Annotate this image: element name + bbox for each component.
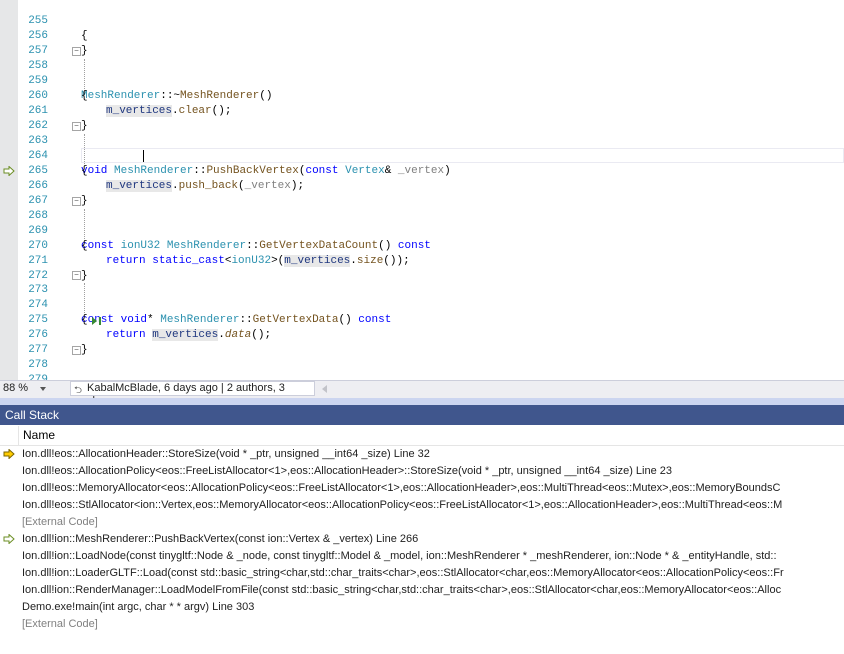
- code-line: 259 {: [0, 59, 844, 102]
- frame-text: [External Code]: [22, 618, 98, 630]
- code-line: 275 return m_vertices.data();: [0, 298, 844, 341]
- code-line: 272: [0, 254, 844, 282]
- call-stack-row[interactable]: Demo.exe!main(int argc, char * * argv) L…: [0, 599, 844, 616]
- code-line: 280 return sizeof(Vertex);: [0, 373, 844, 380]
- code-line: 278 − ionSize MeshRenderer::GetSizeOfVer…: [0, 343, 844, 371]
- return-frame-arrow-icon: [3, 534, 15, 544]
- git-codelens[interactable]: ⮌ KabalMcBlade, 6 days ago | 2 authors, …: [70, 381, 315, 407]
- code-line: 266 }: [0, 164, 844, 207]
- zoom-level[interactable]: 88 %: [3, 381, 28, 396]
- frame-text: Demo.exe!main(int argc, char * * argv) L…: [22, 601, 255, 613]
- frame-text: Ion.dll!ion::LoadNode(const tinygltf::No…: [22, 550, 777, 562]
- code-editor[interactable]: 255 { 256 } 257 258 − MeshRenderer::~Mes…: [0, 0, 844, 380]
- code-line: 256 }: [0, 14, 844, 57]
- column-divider: [18, 426, 19, 445]
- collapse-toggle-icon[interactable]: −: [72, 271, 81, 280]
- code-line: 273 − const void* MeshRenderer::GetVerte…: [0, 268, 844, 326]
- code-line: 269 {: [0, 209, 844, 252]
- call-stack-row[interactable]: Ion.dll!eos::MemoryAllocator<eos::Alloca…: [0, 480, 844, 497]
- call-stack-row[interactable]: Ion.dll!ion::RenderManager::LoadModelFro…: [0, 582, 844, 599]
- collapse-toggle-icon[interactable]: −: [72, 122, 81, 131]
- return-location-arrow-icon: [3, 166, 15, 176]
- call-stack-row[interactable]: Ion.dll!ion::MeshRenderer::PushBackVerte…: [0, 531, 844, 548]
- call-stack-row[interactable]: Ion.dll!eos::StlAllocator<ion::Vertex,eo…: [0, 497, 844, 514]
- code-line: 262: [0, 104, 844, 132]
- call-stack-row[interactable]: Ion.dll!eos::AllocationPolicy<eos::FreeL…: [0, 463, 844, 480]
- code-line: 268 − const ionU32 MeshRenderer::GetVert…: [0, 194, 844, 252]
- frame-text: Ion.dll!eos::AllocationHeader::StoreSize…: [22, 448, 430, 460]
- code-line: 257: [0, 29, 844, 57]
- frame-text: [External Code]: [22, 516, 98, 528]
- code-line: 279 {: [0, 358, 844, 380]
- code-line: 264 {: [0, 134, 844, 177]
- zoom-dropdown-icon[interactable]: [40, 387, 46, 391]
- code-line: 260 m_vertices.clear();: [0, 74, 844, 117]
- collapse-toggle-icon[interactable]: −: [72, 47, 81, 56]
- code-line: 277: [0, 328, 844, 356]
- frame-text: Ion.dll!ion::RenderManager::LoadModelFro…: [22, 584, 782, 596]
- call-stack-row[interactable]: [External Code]: [0, 616, 844, 633]
- git-branch-icon: ⮌: [74, 385, 83, 396]
- call-stack-title[interactable]: Call Stack: [0, 405, 844, 425]
- code-line: 270 return static_cast<ionU32>(m_vertice…: [0, 224, 844, 267]
- panel-splitter[interactable]: [0, 398, 844, 405]
- current-frame-arrow-icon: [3, 449, 15, 459]
- code-line: 255 {: [0, 0, 844, 42]
- frame-text: Ion.dll!ion::LoaderGLTF::Load(const std:…: [22, 567, 784, 579]
- code-line: 263 − void MeshRenderer::PushBackVertex(…: [0, 119, 844, 177]
- call-stack-row[interactable]: Ion.dll!ion::LoadNode(const tinygltf::No…: [0, 548, 844, 565]
- code-line: 267: [0, 179, 844, 207]
- column-name-label[interactable]: Name: [23, 426, 55, 445]
- code-line: 265 m_vertices.push_back(_vertex);: [0, 149, 844, 192]
- text-caret: [143, 150, 144, 162]
- call-stack-column-header: Name: [0, 426, 844, 446]
- call-stack-row[interactable]: [External Code]: [0, 514, 844, 531]
- code-line: 261 }: [0, 89, 844, 132]
- code-line: 258 − MeshRenderer::~MeshRenderer(): [0, 44, 844, 102]
- editor-status-bar: 88 % ⮌ KabalMcBlade, 6 days ago | 2 auth…: [0, 380, 844, 407]
- collapse-toggle-icon[interactable]: −: [72, 346, 81, 355]
- code-line: 276 }: [0, 313, 844, 356]
- code-line: 271 }: [0, 239, 844, 282]
- frame-text: Ion.dll!ion::MeshRenderer::PushBackVerte…: [22, 533, 419, 545]
- call-stack-row[interactable]: Ion.dll!ion::LoaderGLTF::Load(const std:…: [0, 565, 844, 582]
- call-stack-row[interactable]: Ion.dll!eos::AllocationHeader::StoreSize…: [0, 446, 844, 463]
- frame-text: Ion.dll!eos::MemoryAllocator<eos::Alloca…: [22, 482, 781, 494]
- scroll-left-arrow-icon[interactable]: [322, 385, 327, 393]
- frame-text: Ion.dll!eos::StlAllocator<ion::Vertex,eo…: [22, 499, 783, 511]
- collapse-toggle-icon[interactable]: −: [72, 197, 81, 206]
- run-to-click-icon[interactable]: [92, 317, 102, 325]
- frame-text: Ion.dll!eos::AllocationPolicy<eos::FreeL…: [22, 465, 672, 477]
- code-line: 274 {: [0, 283, 844, 326]
